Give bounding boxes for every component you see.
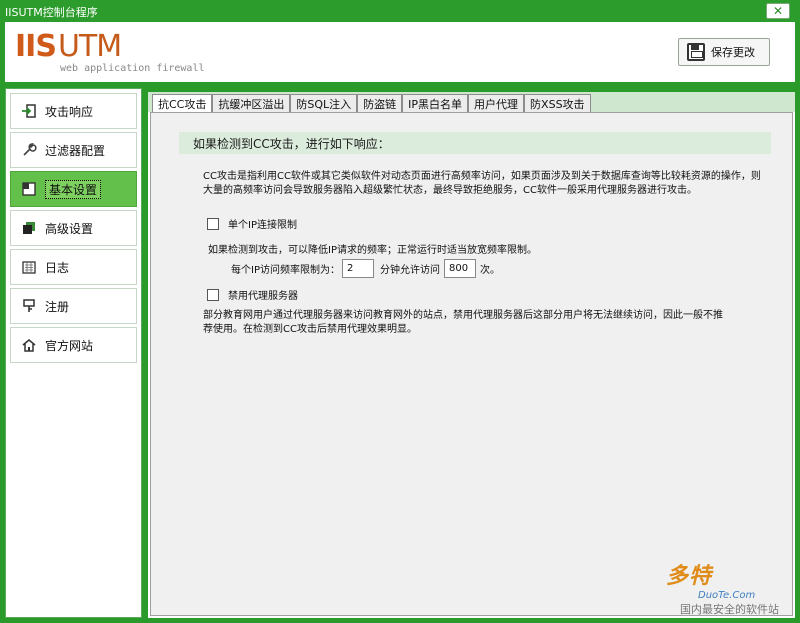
sidebar-item-register[interactable]: 注册 (10, 288, 137, 324)
tab-panel: 如果检测到CC攻击，进行如下响应： CC攻击是指利用CC软件或其它类似软件对动态… (150, 112, 793, 616)
main-content: 抗CC攻击 抗缓冲区溢出 防SQL注入 防盗链 IP黑白名单 用户代理 防XSS… (148, 92, 795, 618)
sidebar-item-log[interactable]: 日志 (10, 249, 137, 285)
watermark-sub: DuoTe.Com (698, 590, 756, 601)
disable-proxy-checkbox[interactable] (207, 288, 219, 301)
title-bar: IISUTM控制台程序 ✕ (0, 0, 800, 22)
watermark-text: 国内最安全的软件站 (680, 603, 779, 616)
sidebar-item-label: 官方网站 (45, 338, 94, 353)
sidebar-item-advanced-settings[interactable]: 高级设置 (10, 210, 137, 246)
key-icon (21, 298, 37, 314)
cc-description: CC攻击是指利用CC软件或其它类似软件对动态页面进行高频率访问，如果页面涉及到关… (203, 171, 761, 196)
layers-icon (21, 220, 37, 236)
calendar-icon (21, 259, 37, 275)
rate-limit-row: 每个IP访问频率限制为： 2 分钟允许访问 800 次。 (231, 259, 500, 278)
tab-ip-list[interactable]: IP黑白名单 (402, 94, 469, 112)
window-title: IISUTM控制台程序 (5, 6, 98, 19)
tab-hotlink[interactable]: 防盗链 (357, 94, 403, 112)
rate-suffix: 次。 (479, 265, 500, 276)
watermark: 多特 DuoTe.Com 国内最安全的软件站 (666, 558, 779, 617)
save-changes-button[interactable]: 保存更改 (678, 38, 770, 66)
logo: IIS UTM web application firewall (15, 29, 205, 75)
proxy-note: 部分教育网用户通过代理服务器来访问教育网外的站点，禁用代理服务器后这部分用户将无… (203, 310, 723, 335)
sidebar-item-official-site[interactable]: 官方网站 (10, 327, 137, 363)
disable-proxy-label: 禁用代理服务器 (228, 291, 298, 302)
sidebar-item-filter-config[interactable]: 过滤器配置 (10, 132, 137, 168)
tab-sql-injection[interactable]: 防SQL注入 (290, 94, 358, 112)
save-changes-label: 保存更改 (711, 46, 755, 59)
tab-buffer-overflow[interactable]: 抗缓冲区溢出 (212, 94, 291, 112)
count-input[interactable]: 800 (443, 259, 476, 278)
logo-subtitle: web application firewall (60, 63, 205, 74)
single-ip-limit-label: 单个IP连接限制 (228, 220, 297, 231)
watermark-logo: 多特 (666, 564, 713, 589)
disable-proxy-row[interactable]: 禁用代理服务器 (207, 287, 298, 302)
window-icon (21, 181, 37, 197)
logo-mark-iis: IIS (15, 29, 57, 64)
single-ip-limit-row[interactable]: 单个IP连接限制 (207, 216, 297, 231)
sidebar-item-label: 高级设置 (45, 221, 94, 236)
sidebar-item-label: 日志 (45, 260, 70, 275)
rate-note: 如果检测到攻击，可以降低IP请求的频率；正常运行时适当放宽频率限制。 (208, 245, 537, 256)
rate-prefix: 每个IP访问频率限制为： (231, 265, 340, 276)
logo-mark-utm: UTM (57, 29, 122, 64)
section-header: 如果检测到CC攻击，进行如下响应： (179, 132, 771, 154)
sidebar-item-attack-response[interactable]: 攻击响应 (10, 93, 137, 129)
sidebar-item-label: 注册 (45, 299, 70, 314)
sidebar-item-label: 攻击响应 (45, 104, 94, 119)
tab-user-agent[interactable]: 用户代理 (468, 94, 525, 112)
floppy-disk-icon (687, 43, 705, 61)
minutes-input[interactable]: 2 (341, 259, 374, 278)
sidebar-item-label: 基本设置 (45, 179, 102, 199)
tab-anti-cc[interactable]: 抗CC攻击 (152, 94, 213, 112)
header: IIS UTM web application firewall 保存更改 (5, 22, 795, 82)
sidebar-item-label: 过滤器配置 (45, 143, 106, 158)
home-icon (21, 337, 37, 353)
tab-bar: 抗CC攻击 抗缓冲区溢出 防SQL注入 防盗链 IP黑白名单 用户代理 防XSS… (148, 92, 795, 112)
wrench-icon (21, 142, 37, 158)
section-title: 如果检测到CC攻击，进行如下响应： (193, 136, 390, 151)
close-button[interactable]: ✕ (766, 3, 790, 19)
single-ip-limit-checkbox[interactable] (207, 217, 219, 230)
sidebar: 攻击响应 过滤器配置 基本设置 高级设置 日志 注册 官方网站 (5, 88, 142, 618)
arrow-in-icon (21, 103, 37, 119)
tab-xss[interactable]: 防XSS攻击 (524, 94, 591, 112)
rate-middle: 分钟允许访问 (379, 265, 440, 276)
close-icon: ✕ (772, 4, 784, 18)
sidebar-item-basic-settings[interactable]: 基本设置 (10, 171, 137, 207)
